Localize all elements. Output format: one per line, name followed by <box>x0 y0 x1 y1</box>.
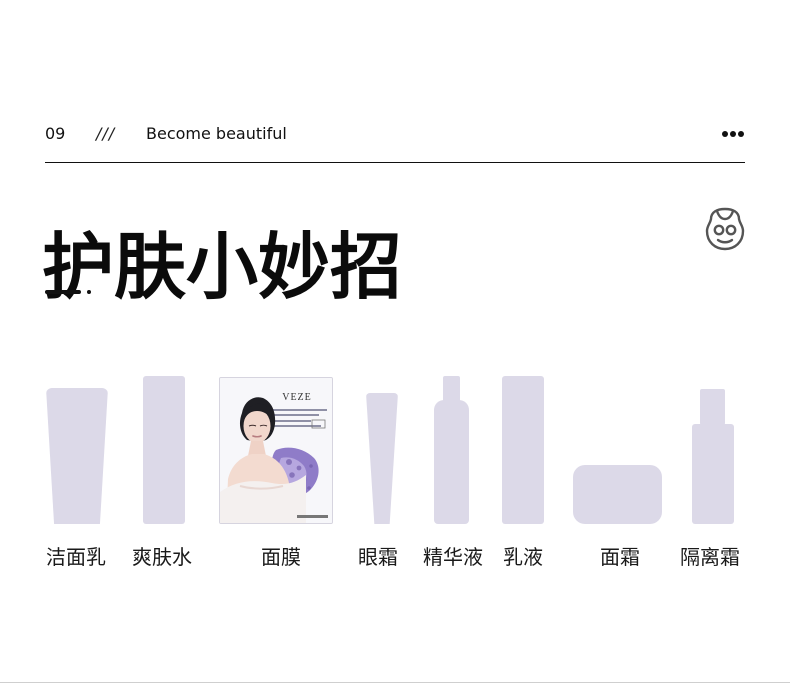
product-label-cleanser: 洁面乳 <box>46 545 106 569</box>
product-label-mask: 面膜 <box>261 545 301 569</box>
product-label-eye-cream: 眼霜 <box>358 545 398 569</box>
lotion-bottle-icon[interactable] <box>502 376 544 524</box>
more-horizontal-icon[interactable] <box>721 129 745 139</box>
product-label-serum: 精华液 <box>423 545 483 569</box>
serum-bottle-icon[interactable] <box>434 400 469 524</box>
primer-bottle-cap-icon[interactable] <box>700 389 725 425</box>
toner-bottle-icon[interactable] <box>143 376 185 524</box>
product-label-toner: 爽肤水 <box>132 545 192 569</box>
primer-bottle-icon[interactable] <box>692 424 734 524</box>
section-header: 09 /// Become beautiful <box>45 122 745 146</box>
section-number: 09 <box>45 124 66 143</box>
cream-jar-icon[interactable] <box>573 465 662 524</box>
cleanser-tube-icon[interactable] <box>46 388 108 524</box>
mask-brand-label: VEZE <box>282 392 312 403</box>
section-divider-mark: /// <box>96 124 116 143</box>
accent-line <box>45 290 81 294</box>
product-label-primer: 隔离霜 <box>680 545 740 569</box>
page-title: 护肤小妙招 <box>42 225 403 310</box>
header-divider-line <box>45 162 745 163</box>
product-label-cream: 面霜 <box>600 545 640 569</box>
product-label-lotion: 乳液 <box>503 545 543 569</box>
face-mask-package-icon[interactable]: VEZE <box>219 377 333 524</box>
eye-cream-tube-icon[interactable] <box>366 393 398 524</box>
accent-dot <box>87 290 91 294</box>
section-subtitle: Become beautiful <box>146 124 287 143</box>
face-mask-icon <box>705 207 745 251</box>
